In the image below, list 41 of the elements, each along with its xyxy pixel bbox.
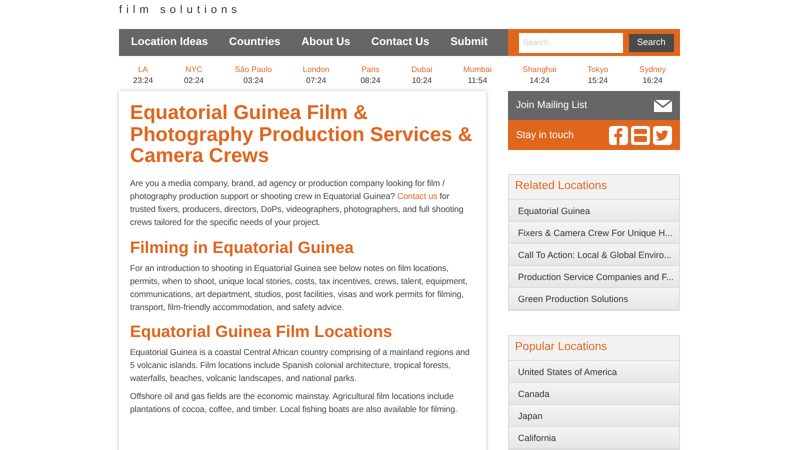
nav-link[interactable]: Contact Us: [371, 34, 430, 51]
mailing-list-bar[interactable]: Join Mailing List: [508, 91, 680, 120]
nav-link[interactable]: Submit: [450, 34, 488, 51]
nav-link[interactable]: Countries: [229, 34, 280, 51]
city-time: 08:24: [360, 75, 380, 86]
city-time: 15:24: [588, 75, 608, 86]
city-name: Sydney: [639, 64, 666, 75]
city-time: 14:24: [530, 75, 550, 86]
city-name: Mumbai: [463, 64, 492, 75]
facebook-icon[interactable]: [609, 126, 628, 144]
city-time: 07:24: [306, 75, 326, 86]
city-name: LA: [138, 64, 148, 75]
nav-link[interactable]: Location Ideas: [131, 34, 208, 51]
city-name: São Paulo: [234, 64, 272, 75]
city-time: 10:24: [412, 75, 432, 86]
city-name: Paris: [361, 64, 380, 75]
envelope-icon: [654, 100, 672, 112]
section-paragraph: For an introduction to shooting in Equatorial Guinea see below notes on film locations, permits, when to shoot, unique local stories, costs, tax incentives, crews, talent, equipment, communications, art department, studios, post facilities, visas and work permits for filming, transport, film-friendly accommodation, and safety advice.: [130, 262, 468, 314]
mailing-list-label: Join Mailing List: [516, 99, 588, 113]
city-name: Shanghai: [522, 64, 556, 75]
city-name: Tokyo: [587, 64, 608, 75]
city-time: 02:24: [184, 75, 204, 86]
logo-tagline: film solutions: [119, 5, 242, 16]
section-paragraph: Offshore oil and gas fields are the economic mainstay. Agricultural film locations include plantations of cocoa, coffee, and timber. Local fishing boats are also available for filming.: [130, 390, 458, 416]
city-name: London: [302, 64, 330, 75]
city-time: 23:24: [133, 75, 154, 86]
city-name: NYC: [186, 64, 202, 75]
section-heading: Filming in Equatorial Guinea: [130, 238, 355, 258]
city-time: 16:24: [642, 75, 663, 86]
nav-link[interactable]: About Us: [301, 34, 350, 51]
section-heading: Equatorial Guinea Film Locations: [130, 322, 394, 342]
bird-icon[interactable]: [653, 126, 672, 144]
intro-paragraph: Are you a media company, brand, ad agency or production company looking for film / photography production support or shooting crew in Equatorial Guinea? Contact us for trusted fixers, producers, directors, DoPs, videographers, photographers, and full shooting crews tailored for the specific needs of your project.: [130, 176, 464, 228]
video-icon[interactable]: [631, 126, 650, 144]
city-time: 11:54: [468, 75, 488, 86]
city-time: 03:24: [243, 75, 264, 86]
city-name: Dubai: [411, 64, 432, 75]
social-label: Stay in touch: [516, 128, 574, 142]
section-paragraph: Equatorial Guinea is a coastal Central African country comprising of a mainland regions and 5 volcanic islands. Film locations include Spanish colonial architecture, tropical forests, waterfalls, beaches, volcanic landscapes, and national parks.: [130, 346, 471, 384]
article-title: Equatorial Guinea Film & Photography Production Services & Camera Crews: [130, 103, 474, 168]
search-button[interactable]: Search: [629, 34, 674, 52]
